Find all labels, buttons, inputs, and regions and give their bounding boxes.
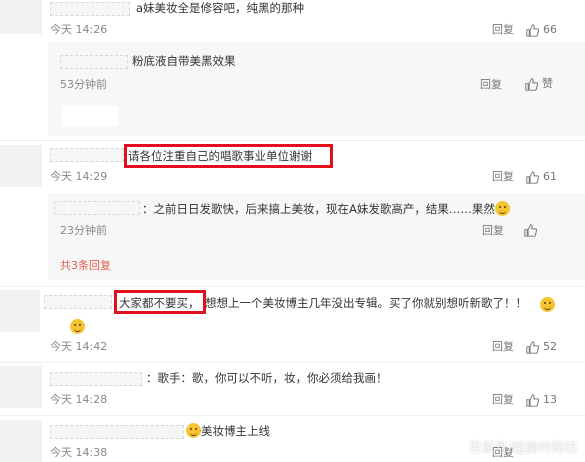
like-button[interactable]: 52 — [526, 340, 557, 354]
divider — [0, 140, 585, 141]
reply-button[interactable]: 回复 — [492, 23, 514, 37]
smirk-emoji-icon — [186, 423, 201, 438]
comment-time: 今天 14:42 — [50, 340, 108, 353]
comment-content: 美妆博主上线 — [201, 424, 270, 438]
username-redacted[interactable] — [54, 201, 140, 215]
username-redacted[interactable] — [44, 295, 112, 309]
like-button[interactable]: 13 — [526, 393, 557, 407]
divider — [0, 415, 585, 416]
comment-text-highlight: 大家都不要买， — [119, 296, 200, 310]
like-count: 66 — [543, 23, 557, 36]
comment-text: a妹美妆全是修容吧，纯黑的那种 — [136, 1, 305, 15]
comment-text: ：歌手：歌，你可以不听，妆，你必须给我画！ — [146, 371, 388, 385]
sub-like-button[interactable] — [524, 224, 537, 237]
thumbs-up-icon — [526, 170, 539, 184]
laugh-cry-emoji-icon — [70, 319, 86, 334]
thumbs-up-icon — [525, 77, 538, 91]
reply-button[interactable]: 回复 — [492, 393, 514, 407]
watermark: 百家号/超美时尚坊 — [468, 441, 577, 456]
username-redacted[interactable] — [50, 2, 130, 16]
sub-reply-box: ：之前日日发歌快，后来搞上美妆，现在A妹发歌高产，结果……果然 23分钟前 回复… — [48, 193, 585, 280]
like-button[interactable]: 61 — [526, 170, 557, 184]
username-redacted[interactable] — [50, 148, 124, 162]
sub-like-button[interactable]: 赞 — [525, 77, 553, 91]
comment-text: 美妆博主上线 — [186, 423, 270, 439]
username-redacted[interactable] — [60, 55, 128, 69]
smile-emoji-icon — [494, 201, 510, 216]
sub-reply-button[interactable]: 回复 — [480, 78, 502, 92]
thumbs-up-icon — [526, 23, 539, 37]
avatar[interactable] — [0, 420, 42, 462]
more-replies-link[interactable]: 共3条回复 — [60, 257, 111, 273]
sub-reply-time: 23分钟前 — [60, 224, 107, 237]
avatar[interactable] — [0, 145, 42, 187]
thumbs-up-icon — [524, 224, 537, 237]
avatar[interactable] — [0, 0, 42, 34]
comment-time: 今天 14:28 — [50, 393, 108, 406]
like-count: 52 — [543, 340, 557, 353]
sub-reply-box: 粉底液自带美黑效果 53分钟前 回复 赞 — [48, 42, 585, 136]
avatar[interactable] — [0, 290, 40, 332]
thumbs-up-icon — [526, 393, 539, 407]
sub-reply-content: ：之前日日发歌快，后来搞上美妆，现在A妹发歌高产，结果……果然 — [142, 202, 495, 216]
laugh-cry-emoji-icon — [540, 297, 555, 312]
comment-text-rest: 想想上一个美妆博主几年没出专辑。买了你就别想听新歌了！！ — [205, 296, 527, 310]
avatar[interactable] — [0, 366, 42, 408]
comment-text: 请各位注重自己的唱歌事业单位谢谢 — [128, 149, 312, 163]
username-redacted[interactable] — [50, 425, 184, 439]
username-redacted[interactable] — [50, 372, 142, 386]
sub-reply-text: ：之前日日发歌快，后来搞上美妆，现在A妹发歌高产，结果……果然 — [142, 201, 510, 217]
reply-button[interactable]: 回复 — [492, 340, 514, 354]
sub-reply-time: 53分钟前 — [60, 78, 107, 91]
comment-time: 今天 14:26 — [50, 23, 108, 36]
comment-time: 今天 14:29 — [50, 170, 108, 183]
like-label: 赞 — [542, 77, 553, 90]
like-button[interactable]: 66 — [526, 23, 557, 37]
comment-time: 今天 14:38 — [50, 446, 108, 459]
thumbs-up-icon — [526, 340, 539, 354]
reply-button[interactable]: 回复 — [492, 170, 514, 184]
redacted-block — [62, 106, 118, 126]
sub-reply-button[interactable]: 回复 — [482, 224, 504, 238]
like-count: 13 — [543, 393, 557, 406]
like-count: 61 — [543, 170, 557, 183]
divider — [0, 286, 585, 287]
sub-reply-text: 粉底液自带美黑效果 — [132, 54, 236, 68]
comment-text: 想想上一个美妆博主几年没出专辑。买了你就别想听新歌了！！ — [205, 295, 527, 311]
divider — [0, 362, 585, 363]
